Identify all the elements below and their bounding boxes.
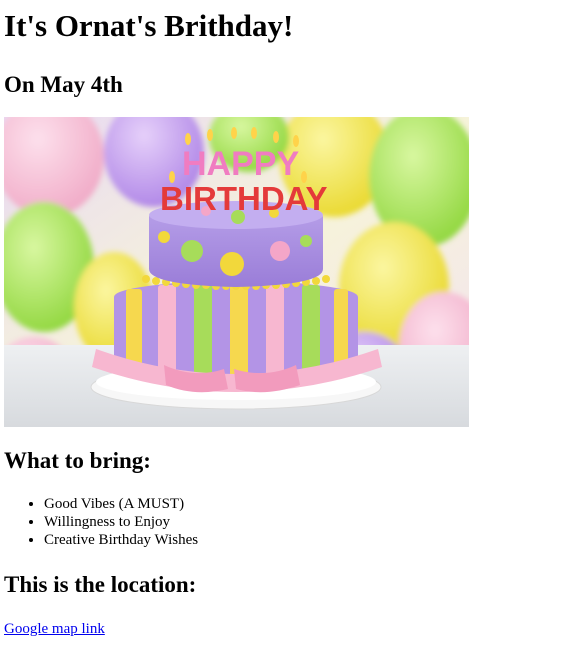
page-content: It's Ornat's Brithday! On May 4th HAPPY … [0, 8, 573, 638]
list-item: Good Vibes (A MUST) [44, 495, 565, 513]
page-title: It's Ornat's Brithday! [4, 8, 294, 43]
google-map-link[interactable]: Google map link [4, 621, 105, 637]
list-item: Willingness to Enjoy [44, 513, 565, 531]
candle-text-happy: HAPPY [182, 145, 299, 183]
list-item: Creative Birthday Wishes [44, 531, 565, 549]
location-heading: This is the location: [4, 572, 197, 597]
bring-list: Good Vibes (A MUST) Willingness to Enjoy… [4, 495, 565, 549]
birthday-cake-image: HAPPY BIRTHDAY [4, 117, 469, 427]
cake-stripes [126, 282, 348, 381]
date-heading: On May 4th [4, 72, 123, 97]
what-to-bring-heading: What to bring: [4, 448, 151, 473]
candle-text-birthday: BIRTHDAY [160, 180, 327, 217]
map-link-paragraph: Google map link [4, 620, 565, 638]
